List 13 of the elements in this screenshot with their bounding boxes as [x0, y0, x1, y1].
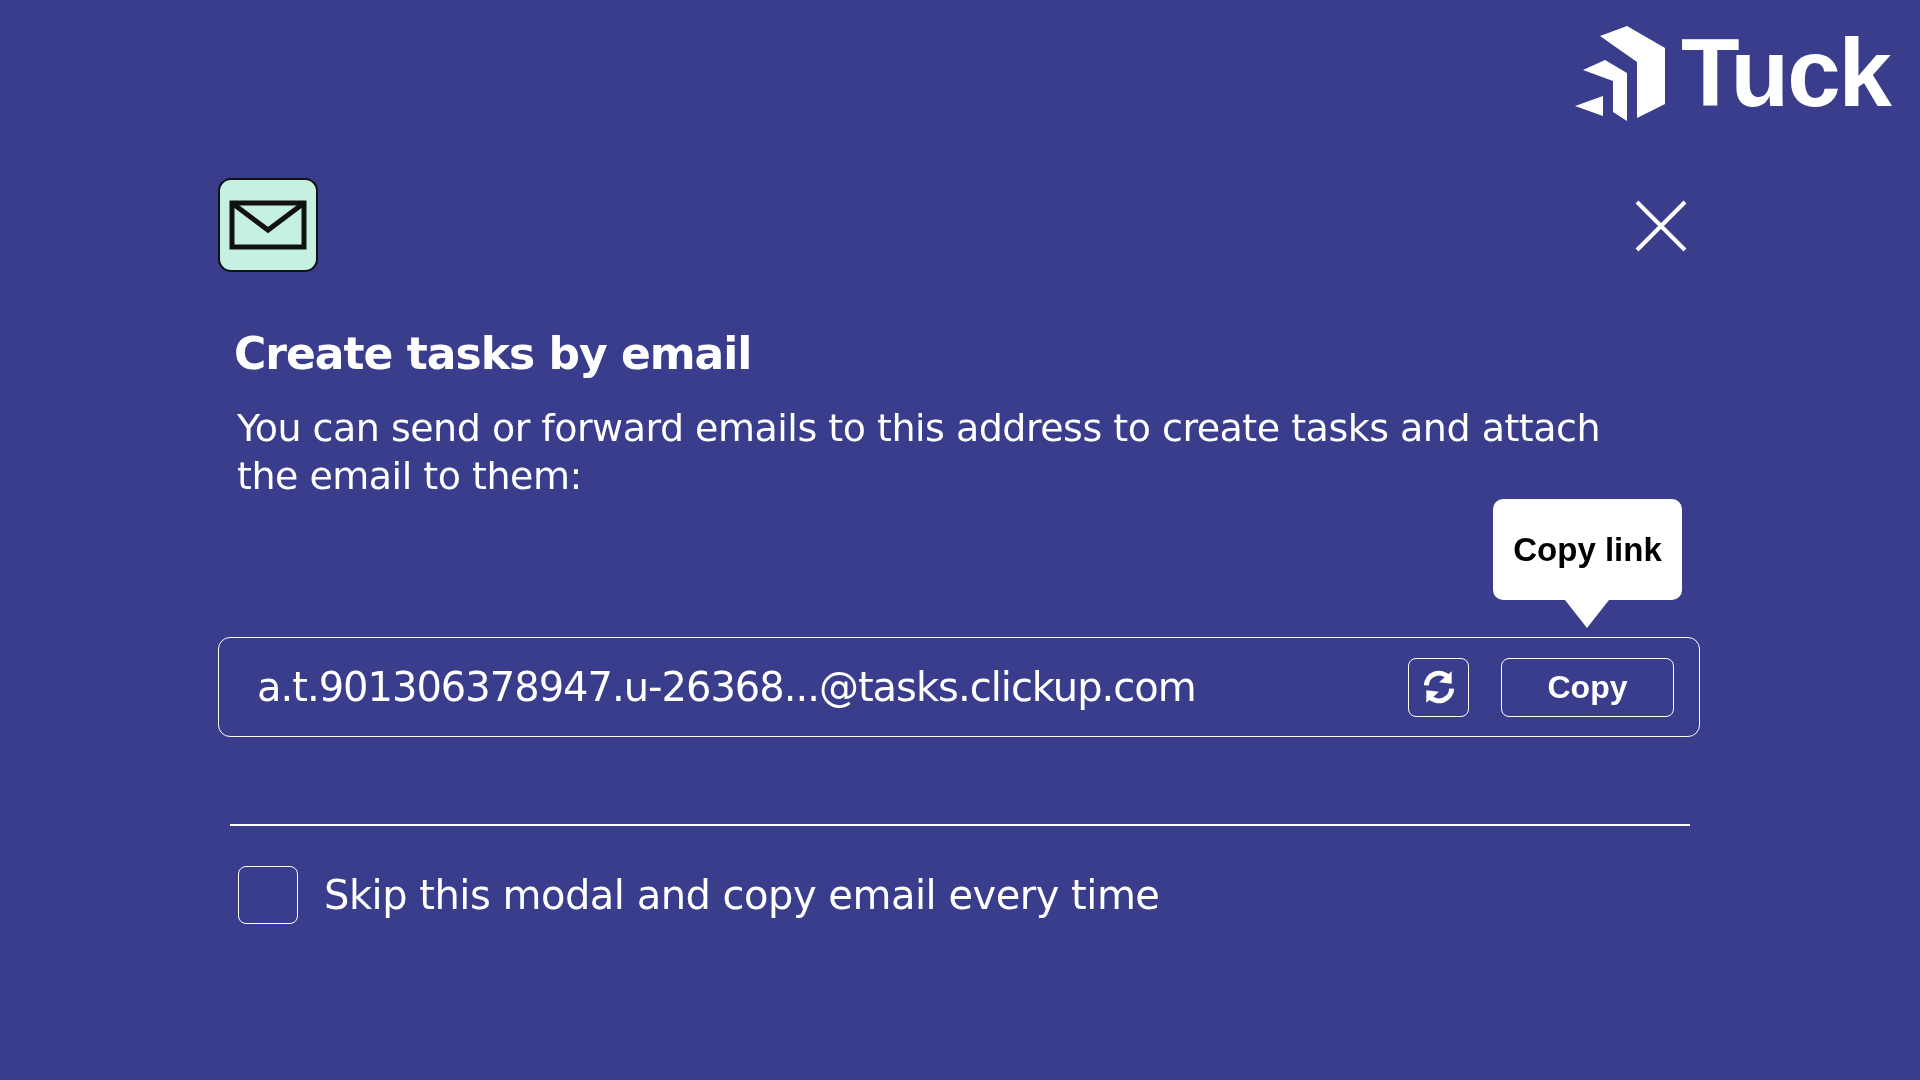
modal-title: Create tasks by email [234, 330, 753, 379]
refresh-button[interactable] [1408, 657, 1469, 717]
email-address: a.t.901306378947.u-26368...@tasks.clickup.com [257, 664, 1197, 711]
checkbox-label: Skip this modal and copy email every time [324, 872, 1160, 919]
close-icon[interactable] [1635, 200, 1687, 252]
envelope-icon [218, 178, 318, 272]
tooltip-pointer [1565, 600, 1609, 629]
brand-name: Tuck [1681, 25, 1890, 121]
email-address-field[interactable]: a.t.901306378947.u-26368...@tasks.clickup.com Copy [218, 637, 1700, 738]
copy-button[interactable]: Copy [1501, 657, 1674, 717]
description: You can send or forward emails to this address to create tasks and attach the email to them: [237, 405, 1601, 501]
logo-icon [1575, 25, 1666, 121]
checkbox[interactable] [238, 866, 298, 925]
